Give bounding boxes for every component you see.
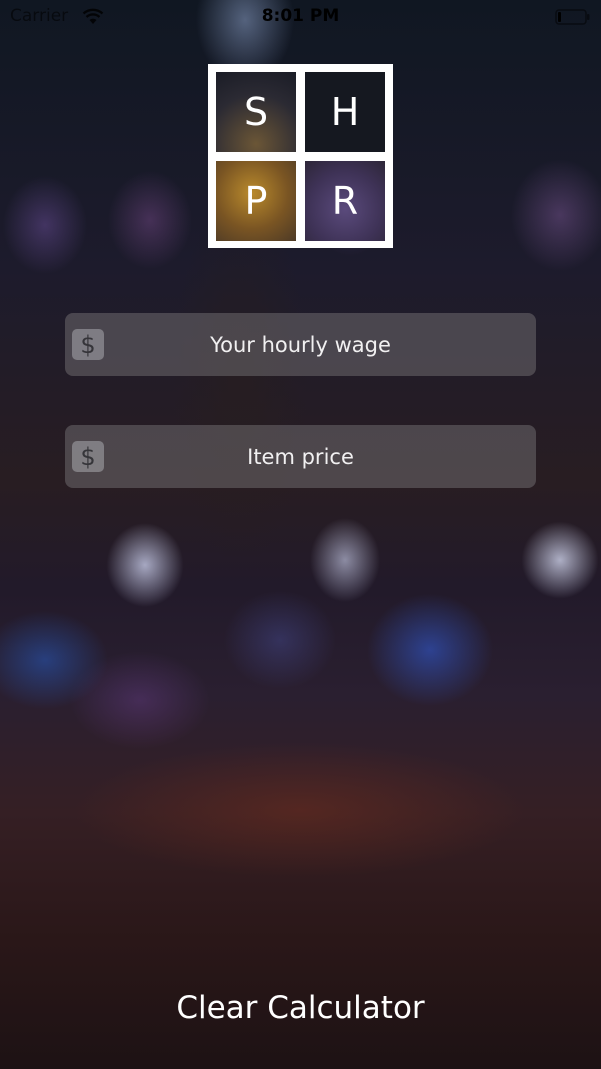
shpr-logo: S H P R (208, 64, 393, 248)
item-price-field[interactable]: $ (65, 425, 536, 488)
logo-letter-h: H (305, 72, 385, 152)
dollar-icon: $ (72, 441, 104, 472)
hourly-wage-field[interactable]: $ (65, 313, 536, 376)
logo-letter-r: R (305, 161, 385, 241)
status-bar: Carrier 8:01 PM (0, 0, 601, 34)
battery-icon (555, 9, 590, 25)
status-time: 8:01 PM (261, 6, 340, 26)
hourly-wage-input[interactable] (65, 313, 536, 376)
logo-letter-s: S (216, 72, 296, 152)
dollar-icon: $ (72, 329, 104, 360)
app-screen: Carrier 8:01 PM S H P R $ $ Clear Calcul… (0, 0, 601, 1069)
logo-letter-p: P (216, 161, 296, 241)
item-price-input[interactable] (65, 425, 536, 488)
clear-calculator-button[interactable]: Clear Calculator (0, 990, 601, 1026)
